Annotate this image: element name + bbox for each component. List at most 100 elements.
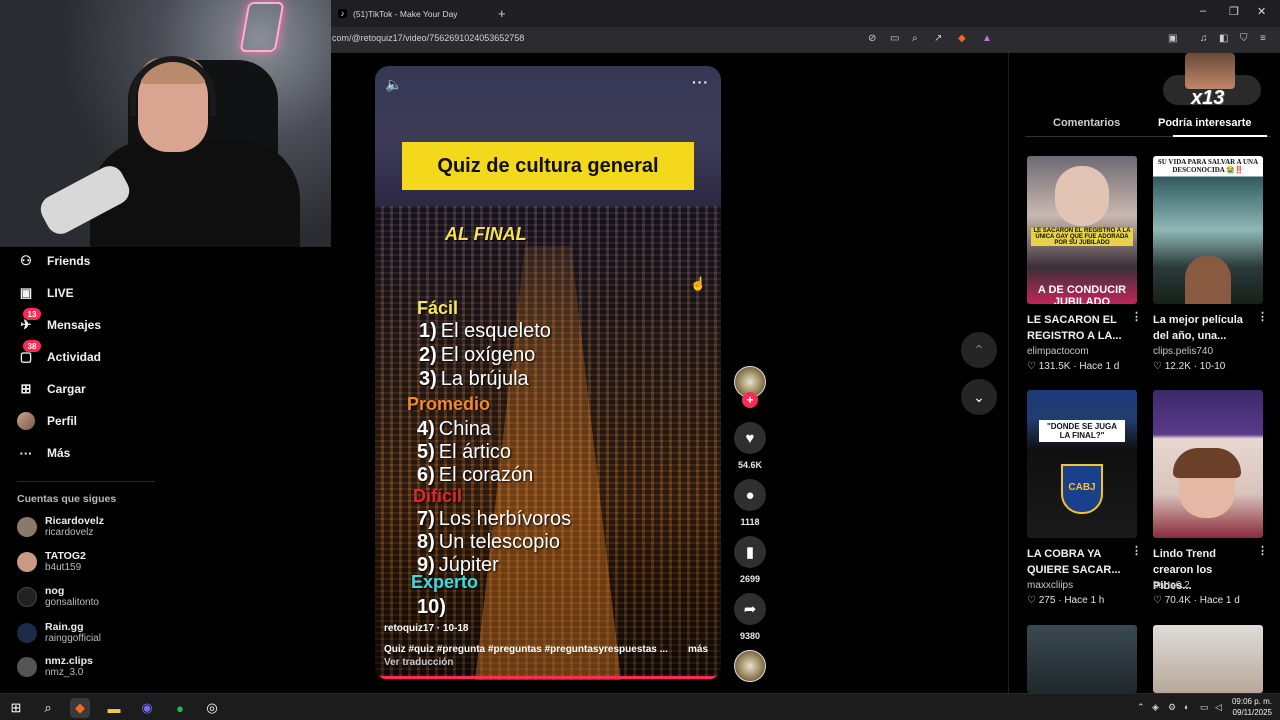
card-author[interactable]: barto0.2 xyxy=(1153,580,1190,591)
heart-outline-icon: ♡ xyxy=(1027,361,1036,372)
share-button[interactable]: ➦ xyxy=(734,593,766,625)
follow-button[interactable]: + xyxy=(742,392,758,408)
browser-tab[interactable]: ♪ (51)TikTok - Make Your Day xyxy=(332,2,492,25)
tray-chevron-icon[interactable]: ⌃ xyxy=(1137,702,1145,713)
screenshot-icon[interactable]: ▭ xyxy=(890,33,899,44)
recommended-card[interactable]: "DONDE SE JUGA LA FINAL?" CABJ LA COBRA … xyxy=(1027,390,1137,610)
chevron-up-icon: ⌃ xyxy=(973,342,985,359)
tab-recommended[interactable]: Podría interesarte xyxy=(1158,117,1252,129)
menu-icon[interactable]: ≡ xyxy=(1260,33,1266,44)
following-account[interactable]: TATOG2 b4ut159 xyxy=(17,550,86,574)
tray-app-icon[interactable]: ◈ xyxy=(1152,702,1159,713)
heart-outline-icon: ♡ xyxy=(1153,595,1162,606)
active-tab-indicator xyxy=(1173,135,1267,137)
new-tab-button[interactable]: + xyxy=(498,6,506,21)
sound-disc[interactable] xyxy=(734,650,766,682)
comment-button[interactable]: ● xyxy=(734,479,766,511)
sidebar-item-more[interactable]: ··· Más xyxy=(17,443,70,463)
card-author[interactable]: clips.pelis740 xyxy=(1153,346,1213,357)
card-menu-icon[interactable]: ⋮ xyxy=(1257,310,1268,323)
url-field[interactable]: com/@retoquiz17/video/756269102405365275… xyxy=(332,33,524,43)
tab-title: (51)TikTok - Make Your Day xyxy=(353,9,458,19)
following-account[interactable]: Ricardovelz ricardovelz xyxy=(17,515,104,539)
recommended-card[interactable]: Lindo Trend crearon los Pibes... ⋮ barto… xyxy=(1153,390,1263,610)
obs-icon[interactable]: ◎ xyxy=(202,698,222,718)
minimize-button[interactable]: – xyxy=(1200,5,1206,17)
like-count: 54.6K xyxy=(727,460,773,470)
sidebar-item-messages[interactable]: ✈ 13 Mensajes xyxy=(17,315,101,335)
discord-icon[interactable]: ◉ xyxy=(137,698,157,718)
sidebar-item-upload[interactable]: ⊞ Cargar xyxy=(17,379,86,399)
card-author[interactable]: elimpactocom xyxy=(1027,346,1089,357)
next-video-button[interactable]: ⌄ xyxy=(961,379,997,415)
video-author-date[interactable]: retoquiz17 · 10-18 xyxy=(384,623,468,634)
sidebar-item-live[interactable]: ▣ LIVE xyxy=(17,283,74,303)
club-crest: CABJ xyxy=(1061,464,1103,514)
sidebar-item-activity[interactable]: ▢ 38 Actividad xyxy=(17,347,101,367)
sidebar-item-friends[interactable]: ⚇ Friends xyxy=(17,251,90,271)
card-stats: ♡ 12.2K · 10-10 xyxy=(1153,361,1225,372)
save-count: 2699 xyxy=(727,574,773,584)
save-button[interactable]: ▮ xyxy=(734,536,766,568)
vpn-icon[interactable]: ⛉ xyxy=(1240,33,1248,44)
volume-tray-icon[interactable]: ◁ xyxy=(1215,702,1222,713)
avatar xyxy=(17,517,37,537)
search-icon[interactable]: ⌕ xyxy=(38,698,58,718)
video-player[interactable]: 🔈 ··· Quiz de cultura general AL FINAL F… xyxy=(375,66,721,680)
avatar xyxy=(17,552,37,572)
heart-outline-icon: ♡ xyxy=(1027,595,1036,606)
quiz-banner: Quiz de cultura general xyxy=(402,142,694,190)
clock[interactable]: 09:06 p. m. 09/11/2025 xyxy=(1226,696,1272,718)
video-options-icon[interactable]: ··· xyxy=(692,74,709,90)
video-progress-bar[interactable] xyxy=(375,676,721,679)
brave-rewards-icon[interactable]: ▲ xyxy=(982,33,992,44)
restore-button[interactable]: ❐ xyxy=(1229,5,1239,18)
share-arrow-icon: ➦ xyxy=(744,600,757,618)
recommended-card[interactable]: SU VIDA PARA SALVAR A UNA DESCONOCIDA 😭‼… xyxy=(1153,156,1263,376)
card-title: LE SACARON EL REGISTRO A LA... xyxy=(1027,312,1127,344)
live-icon: ▣ xyxy=(17,284,35,302)
no-translate-icon[interactable]: ⊘ xyxy=(868,33,876,44)
brave-shield-icon[interactable]: ◆ xyxy=(958,33,966,44)
following-account[interactable]: nmz.clips nmz_3.0 xyxy=(17,655,93,679)
video-caption: Quiz #quiz #pregunta #preguntas #pregunt… xyxy=(384,644,714,655)
windows-start-icon[interactable]: ⊞ xyxy=(6,698,26,718)
close-window-button[interactable]: ✕ xyxy=(1257,5,1266,18)
tab-comments[interactable]: Comentarios xyxy=(1053,117,1120,129)
following-account[interactable]: nog gonsalitonto xyxy=(17,585,99,609)
sidebar-item-profile[interactable]: Perfil xyxy=(17,411,77,431)
recommended-card-partial[interactable] xyxy=(1027,625,1137,693)
more-link[interactable]: más xyxy=(688,644,708,655)
card-author[interactable]: maxxcliips xyxy=(1027,580,1073,591)
file-explorer-icon[interactable]: ▬ xyxy=(104,698,124,718)
screen: ♪ (51)TikTok - Make Your Day + – ❐ ✕ com… xyxy=(0,0,1280,720)
tray-app-icon[interactable]: ◐ xyxy=(1184,702,1189,712)
messages-icon: ✈ 13 xyxy=(17,316,35,334)
volume-icon[interactable]: 🔈 xyxy=(385,76,402,93)
zoom-icon[interactable]: ⌕ xyxy=(912,33,918,44)
card-menu-icon[interactable]: ⋮ xyxy=(1257,544,1268,557)
recommended-card-partial[interactable] xyxy=(1153,625,1263,693)
like-button[interactable]: ♥ xyxy=(734,422,766,454)
network-icon[interactable]: ▭ xyxy=(1200,702,1209,713)
messages-badge: 13 xyxy=(23,308,41,320)
mouse-cursor-icon: ☝ xyxy=(690,276,706,292)
card-menu-icon[interactable]: ⋮ xyxy=(1131,310,1142,323)
card-menu-icon[interactable]: ⋮ xyxy=(1131,544,1142,557)
card-thumbnail: "DONDE SE JUGA LA FINAL?" CABJ xyxy=(1027,390,1137,538)
avatar xyxy=(17,623,37,643)
share-icon[interactable]: ↗ xyxy=(934,33,942,44)
recommended-card[interactable]: LE SACARON EL REGISTRO A LA ÚNICA GAY QU… xyxy=(1027,156,1137,376)
level-label: Fácil xyxy=(417,298,458,319)
sidebar-toggle-icon[interactable]: ▣ xyxy=(1168,33,1177,44)
previous-video-button[interactable]: ⌃ xyxy=(961,332,997,368)
tray-app-icon[interactable]: ⚙ xyxy=(1168,702,1176,713)
brave-browser-icon[interactable]: ◆ xyxy=(70,698,90,718)
music-icon[interactable]: ♫ xyxy=(1200,33,1208,44)
panel-icon[interactable]: ◧ xyxy=(1219,33,1228,44)
spotify-icon[interactable]: ● xyxy=(170,698,190,718)
tiktok-favicon-icon: ♪ xyxy=(338,9,347,18)
following-account[interactable]: Rain.gg rainggofficial xyxy=(17,621,101,645)
panel-tabs: Comentarios Podría interesarte xyxy=(1025,113,1271,137)
translate-link[interactable]: Ver traducción xyxy=(384,657,453,668)
